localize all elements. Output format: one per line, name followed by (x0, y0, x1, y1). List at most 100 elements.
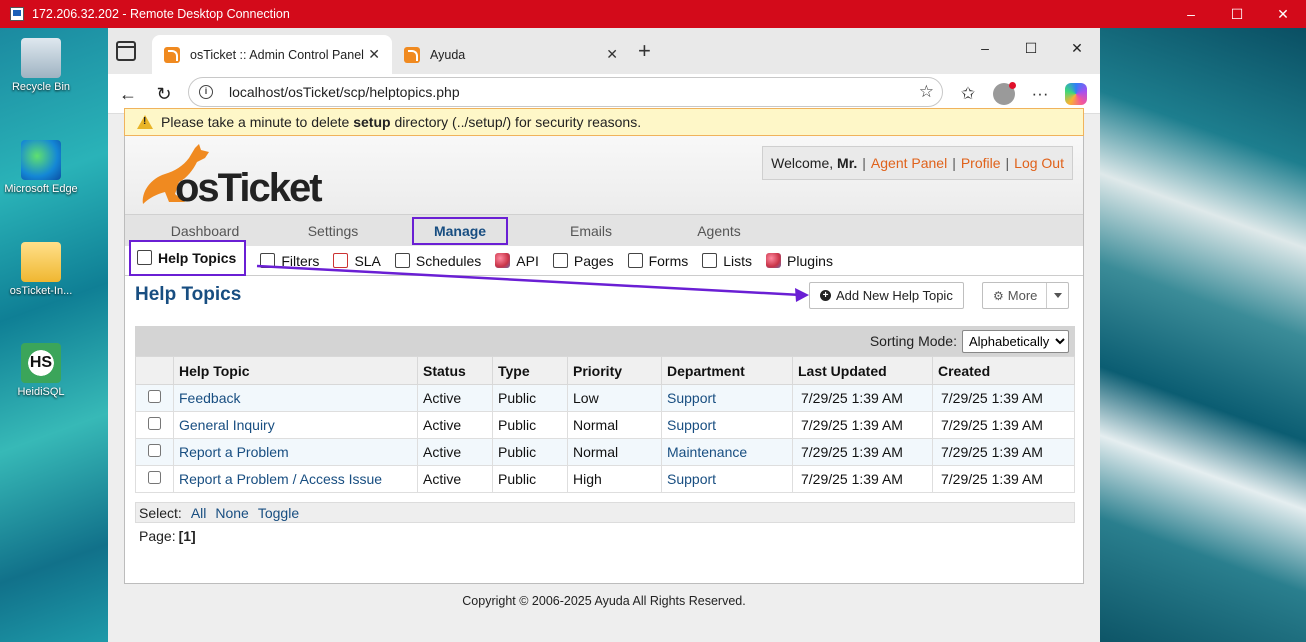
table-row: Report a Problem / Access Issue Active P… (135, 465, 1075, 493)
browser-minimize-button[interactable]: – (962, 28, 1008, 68)
column-header-status[interactable]: Status (417, 356, 493, 385)
column-header-help-topic[interactable]: Help Topic (173, 356, 418, 385)
row-select-cell (135, 411, 174, 439)
url-input[interactable] (229, 84, 889, 100)
column-header-last-updated[interactable]: Last Updated (792, 356, 933, 385)
tab-ayuda[interactable]: Ayuda ✕ (392, 35, 630, 74)
desktop-icon-heidisql[interactable]: HS HeidiSQL (0, 343, 86, 398)
row-select-cell (135, 438, 174, 466)
column-header-priority[interactable]: Priority (567, 356, 662, 385)
sla-icon (333, 253, 349, 268)
rdp-close-button[interactable]: ✕ (1260, 0, 1306, 28)
browser-maximize-button[interactable]: ☐ (1008, 28, 1054, 68)
select-toggle-link[interactable]: Toggle (258, 505, 299, 521)
more-menu-icon[interactable]: ··· (1028, 82, 1052, 106)
updated-cell: 7/29/25 1:39 AM (792, 411, 933, 439)
new-tab-button[interactable]: + (638, 38, 651, 64)
folder-icon (21, 242, 61, 282)
recycle-bin-icon (21, 38, 61, 78)
row-checkbox[interactable] (148, 390, 161, 403)
subnav-filters[interactable]: Filters (260, 247, 319, 275)
row-checkbox[interactable] (148, 444, 161, 457)
api-icon (495, 253, 511, 268)
nav-emails[interactable]: Emails (531, 215, 651, 247)
subnav-plugins[interactable]: Plugins (766, 247, 833, 275)
desktop-icon-osticket-folder[interactable]: osTicket-In... (0, 242, 86, 297)
row-checkbox[interactable] (148, 417, 161, 430)
department-cell: Maintenance (661, 438, 793, 466)
column-header-department[interactable]: Department (661, 356, 793, 385)
row-checkbox[interactable] (148, 471, 161, 484)
topic-link[interactable]: Report a Problem / Access Issue (179, 471, 382, 487)
page-label: Page: (139, 528, 176, 544)
topic-link[interactable]: Feedback (179, 390, 240, 406)
rdp-maximize-button[interactable]: ☐ (1214, 0, 1260, 28)
rdp-title: 172.206.32.202 - Remote Desktop Connecti… (32, 7, 290, 21)
type-cell: Public (492, 411, 568, 439)
desktop-icon-edge[interactable]: Microsoft Edge (0, 140, 86, 195)
nav-manage[interactable]: Manage (405, 215, 515, 247)
tab-close-icon[interactable]: ✕ (368, 46, 380, 63)
subnav-sla[interactable]: SLA (333, 247, 381, 275)
department-link[interactable]: Maintenance (667, 444, 747, 460)
site-info-icon[interactable]: i (199, 85, 213, 99)
department-cell: Support (661, 465, 793, 493)
subnav-help-topics[interactable]: Help Topics (129, 239, 247, 276)
desktop-icon-label: Microsoft Edge (4, 183, 78, 195)
rdp-title-bar: 172.206.32.202 - Remote Desktop Connecti… (0, 0, 1306, 28)
subnav-forms[interactable]: Forms (627, 247, 688, 275)
topic-link[interactable]: Report a Problem (179, 444, 289, 460)
subnav-api[interactable]: API (495, 247, 539, 275)
browser-close-button[interactable]: ✕ (1054, 28, 1100, 68)
pagination: Page: [1] (139, 528, 196, 544)
page-content: Please take a minute to delete setup dir… (108, 108, 1100, 642)
column-header-type[interactable]: Type (492, 356, 568, 385)
subnav-lists[interactable]: Lists (702, 247, 752, 275)
department-cell: Support (661, 384, 793, 412)
reload-button[interactable]: ↻ (152, 82, 176, 106)
desktop-icon-label: HeidiSQL (17, 386, 65, 398)
desktop-wallpaper-left (0, 28, 108, 642)
subnav-pages[interactable]: Pages (552, 247, 614, 275)
topic-link[interactable]: General Inquiry (179, 417, 275, 433)
favorites-icon[interactable]: ✩ (956, 82, 980, 106)
profile-button[interactable] (992, 82, 1016, 106)
more-button[interactable]: ⚙ More (982, 282, 1069, 309)
department-link[interactable]: Support (667, 471, 716, 487)
back-button[interactable]: ← (116, 82, 140, 106)
filters-icon (260, 253, 276, 268)
current-page[interactable]: [1] (179, 528, 196, 544)
favorite-star-icon[interactable]: ☆ (919, 82, 934, 102)
department-link[interactable]: Support (667, 390, 716, 406)
department-link[interactable]: Support (667, 417, 716, 433)
priority-cell: High (567, 465, 662, 493)
subnav-schedules[interactable]: Schedules (394, 247, 481, 275)
logout-link[interactable]: Log Out (1014, 155, 1064, 171)
heidisql-icon: HS (21, 343, 61, 383)
column-header-created[interactable]: Created (932, 356, 1075, 385)
select-all-link[interactable]: All (191, 505, 207, 521)
profile-link[interactable]: Profile (961, 155, 1001, 171)
copilot-button[interactable] (1064, 82, 1088, 106)
rdp-minimize-button[interactable]: – (1168, 0, 1214, 28)
created-cell: 7/29/25 1:39 AM (932, 438, 1075, 466)
row-select-cell (135, 384, 174, 412)
table-row: Feedback Active Public Low Support 7/29/… (135, 384, 1075, 412)
address-bar[interactable]: i ☆ (188, 77, 943, 107)
tab-actions-icon[interactable] (116, 41, 136, 61)
tab-close-icon[interactable]: ✕ (606, 46, 618, 63)
tab-strip: osTicket :: Admin Control Panel ✕ Ayuda … (108, 28, 1100, 74)
agent-panel-link[interactable]: Agent Panel (871, 155, 947, 171)
more-dropdown-toggle[interactable] (1046, 283, 1068, 308)
welcome-box: Welcome, Mr. | Agent Panel | Profile | L… (762, 146, 1073, 180)
select-none-link[interactable]: None (215, 505, 248, 521)
table-row: Report a Problem Active Public Normal Ma… (135, 438, 1075, 466)
tab-admin-panel[interactable]: osTicket :: Admin Control Panel ✕ (152, 35, 392, 74)
desktop-icon-recycle-bin[interactable]: Recycle Bin (0, 38, 86, 93)
sorting-mode-select[interactable]: Alphabetically (962, 329, 1069, 353)
add-new-help-topic-button[interactable]: + Add New Help Topic (809, 282, 964, 309)
nav-agents[interactable]: Agents (659, 215, 779, 247)
created-cell: 7/29/25 1:39 AM (932, 411, 1075, 439)
osticket-logo[interactable]: osTicket (135, 142, 335, 210)
nav-settings[interactable]: Settings (273, 215, 393, 247)
